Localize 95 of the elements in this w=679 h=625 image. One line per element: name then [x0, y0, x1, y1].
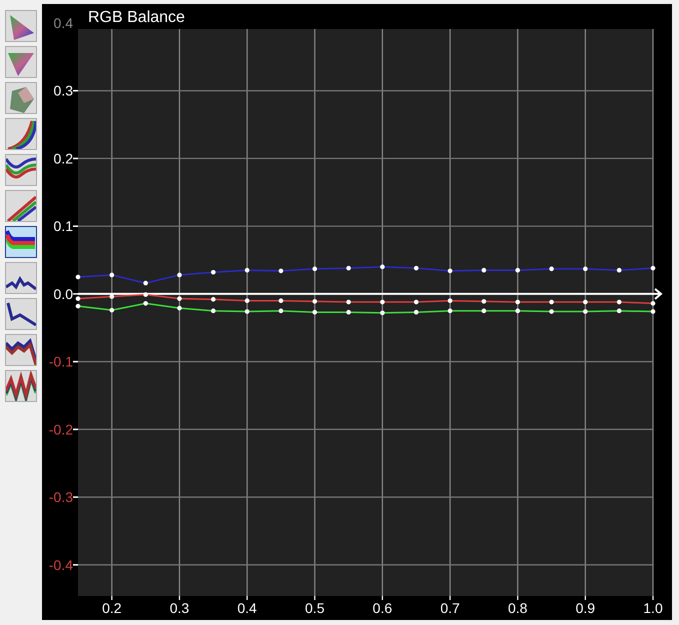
data-point [110, 294, 114, 299]
noisy-lines-icon [6, 371, 36, 401]
data-point [211, 297, 216, 302]
data-point [414, 266, 419, 270]
data-point [312, 299, 318, 304]
x-tick-label: 0.5 [305, 600, 324, 616]
data-point [143, 301, 148, 306]
data-point [312, 266, 318, 272]
data-point [346, 310, 351, 314]
view-thumbnail-button[interactable] [5, 370, 37, 402]
x-tick-label: 0.2 [102, 600, 122, 616]
view-thumbnail-button[interactable] [5, 334, 37, 366]
data-point [278, 298, 284, 303]
view-thumbnail-button[interactable] [5, 190, 37, 222]
gamut-triangle-icon [10, 15, 34, 40]
wave-lines-icon [6, 158, 36, 178]
data-point [583, 309, 588, 314]
falling-line-icon [6, 302, 36, 326]
jagged-lines-icon [6, 338, 36, 365]
view-thumbnail-button[interactable] [5, 226, 37, 258]
y-tick-label: 0.1 [54, 218, 73, 234]
data-point [346, 266, 351, 270]
data-point [76, 296, 80, 301]
data-point [414, 310, 419, 314]
data-point [380, 264, 385, 270]
view-thumbnail-button[interactable] [5, 262, 37, 294]
data-point [110, 272, 114, 278]
y-tick-label: 0.2 [54, 150, 73, 166]
data-point [244, 268, 250, 273]
balance-lines-icon [6, 230, 35, 249]
data-point [583, 266, 588, 272]
x-tick-label: 0.4 [237, 600, 257, 616]
data-point [244, 298, 250, 303]
view-thumbnail-button[interactable] [5, 46, 37, 78]
chart-title: RGB Balance [88, 9, 185, 26]
data-point [448, 268, 452, 274]
curves-icon [8, 120, 36, 149]
x-tick-label: 0.9 [576, 600, 596, 616]
x-tick-label: 0.6 [372, 600, 392, 616]
data-point [76, 304, 80, 308]
data-point [650, 266, 656, 270]
y-tick-label: -0.1 [48, 354, 73, 370]
diagonal-lines-icon [7, 196, 36, 221]
y-tick-label: 0.4 [54, 15, 73, 31]
data-point [515, 268, 520, 273]
x-tick-label: 0.3 [170, 600, 190, 616]
data-point [244, 309, 250, 314]
data-point [143, 280, 148, 286]
y-tick-label: 0.0 [54, 286, 73, 302]
data-point [515, 308, 520, 314]
data-point [448, 298, 452, 303]
data-point [549, 266, 554, 272]
y-tick-label: 0.3 [54, 82, 73, 99]
x-tick-label: 0.7 [440, 600, 460, 616]
view-thumbnail-button[interactable] [5, 118, 37, 150]
data-point [482, 308, 486, 314]
data-point [278, 308, 284, 314]
data-point [312, 310, 318, 314]
gamut-triangle-icon [8, 53, 34, 76]
data-point [278, 268, 284, 274]
data-point [177, 272, 182, 278]
data-point [515, 300, 520, 304]
data-point [482, 299, 486, 304]
data-point [583, 300, 588, 304]
data-point [650, 301, 656, 306]
data-point [143, 292, 148, 297]
data-point [616, 300, 622, 304]
data-point [616, 308, 622, 314]
data-point [211, 270, 216, 275]
y-tick-label: -0.4 [48, 556, 73, 573]
view-thumbnail-button[interactable] [5, 82, 37, 114]
view-thumbnail-button[interactable] [5, 298, 37, 330]
data-point [211, 308, 216, 314]
data-point [380, 300, 385, 304]
data-point [177, 306, 182, 310]
data-point [549, 300, 554, 304]
y-tick-label: -0.2 [48, 421, 73, 438]
data-point [549, 309, 554, 314]
x-tick-label: 0.8 [508, 600, 528, 616]
data-point [616, 268, 622, 273]
x-tick-label: 1.0 [643, 600, 663, 616]
data-point [650, 309, 656, 314]
data-point [448, 308, 452, 314]
data-point [414, 300, 419, 304]
data-point [380, 310, 385, 316]
view-thumbnail-button[interactable] [5, 10, 37, 42]
gamut-solid-icon [10, 87, 34, 113]
data-point [346, 300, 351, 304]
view-thumbnail-button[interactable] [5, 154, 37, 186]
data-point [482, 268, 486, 273]
data-point [177, 296, 182, 301]
y-tick-label: -0.3 [48, 489, 73, 506]
data-point [76, 274, 80, 280]
data-point [110, 308, 114, 312]
zigzag-line-icon [6, 276, 36, 290]
